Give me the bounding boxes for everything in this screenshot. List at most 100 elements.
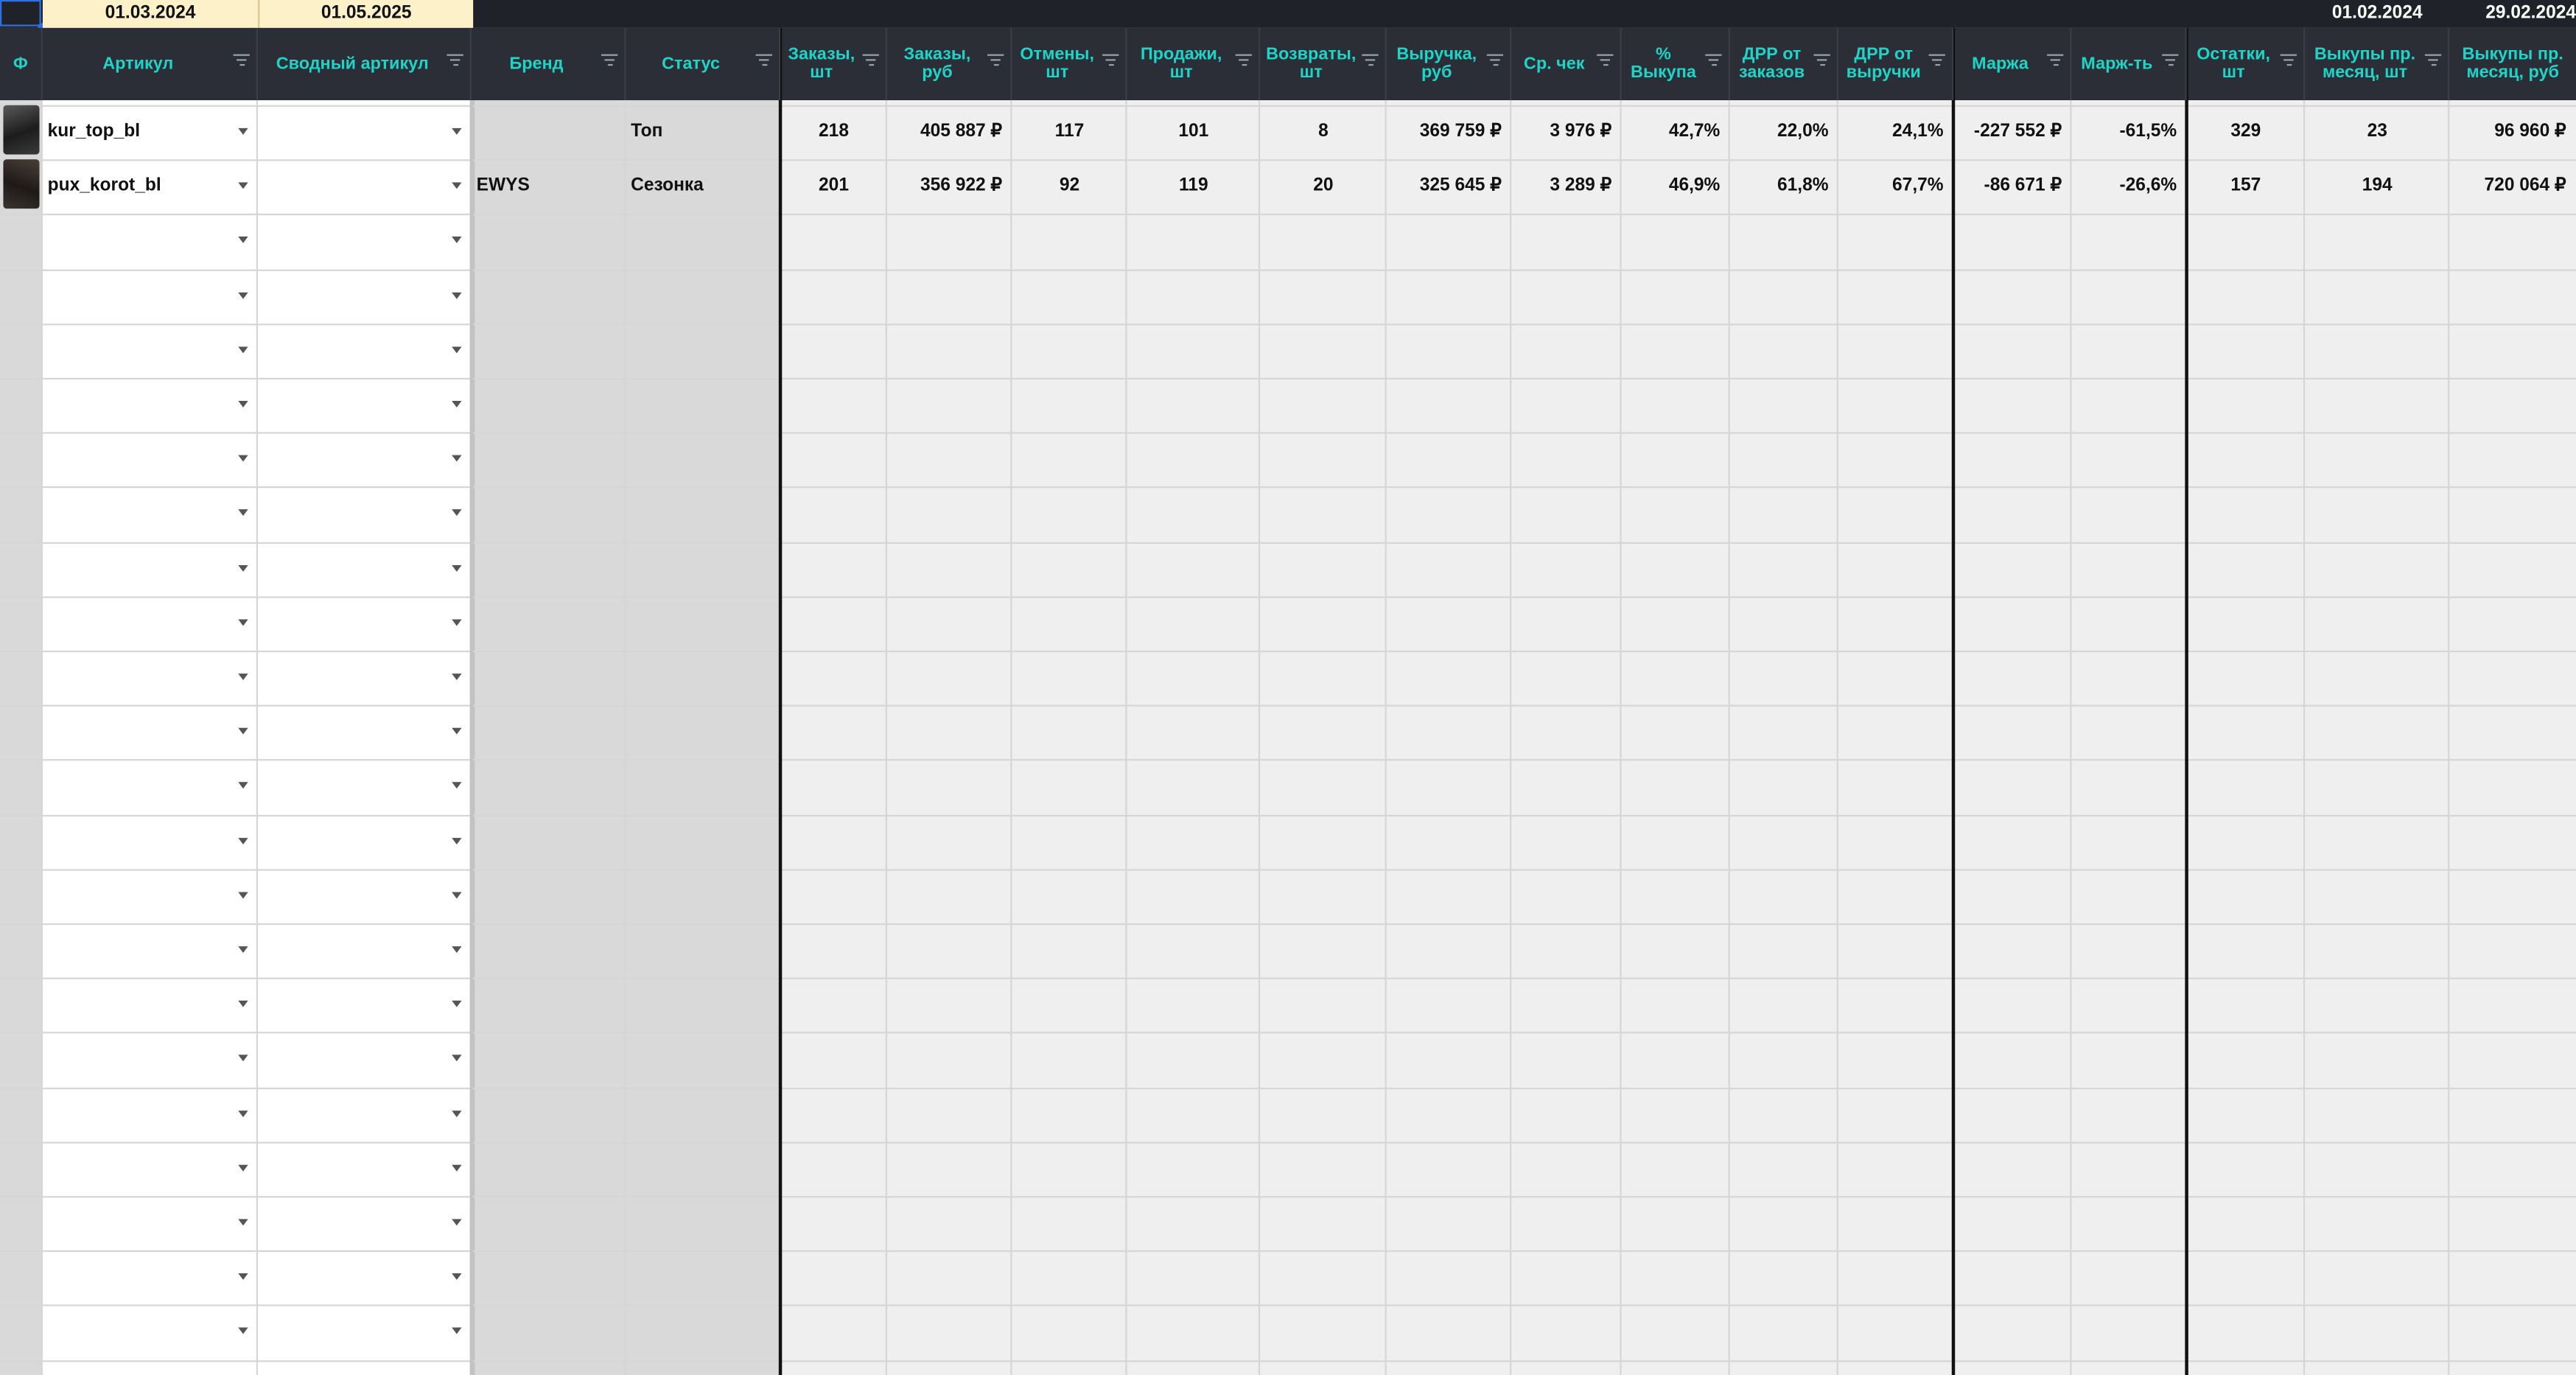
filter-icon[interactable] bbox=[1362, 54, 1379, 69]
dropdown-arrow-icon[interactable] bbox=[238, 182, 248, 189]
dropdown-arrow-icon[interactable] bbox=[238, 1110, 248, 1118]
dropdown-arrow-icon[interactable] bbox=[238, 509, 248, 517]
header-sales[interactable]: Продажи, шт bbox=[1127, 27, 1261, 101]
dropdown-arrow-icon[interactable] bbox=[452, 1327, 462, 1334]
filter-icon[interactable] bbox=[1705, 54, 1722, 69]
filter-icon[interactable] bbox=[1928, 54, 1945, 69]
dropdown-arrow-icon[interactable] bbox=[238, 1000, 248, 1007]
dropdown-arrow-icon[interactable] bbox=[238, 1054, 248, 1062]
header-summary-article[interactable]: Сводный артикул bbox=[258, 27, 472, 101]
header-status[interactable]: Статус bbox=[626, 27, 781, 101]
filter-icon[interactable] bbox=[2280, 54, 2297, 69]
filter-icon[interactable] bbox=[1235, 54, 1252, 69]
row-article[interactable]: kur_top_bl bbox=[43, 105, 258, 160]
dropdown-arrow-icon[interactable] bbox=[452, 401, 462, 407]
dropdown-arrow-icon[interactable] bbox=[452, 455, 462, 462]
selected-cell[interactable] bbox=[0, 0, 41, 27]
filter-icon[interactable] bbox=[755, 54, 772, 69]
dropdown-arrow-icon[interactable] bbox=[238, 782, 248, 789]
dropdown-arrow-icon[interactable] bbox=[238, 292, 248, 299]
filter-icon[interactable] bbox=[987, 54, 1004, 69]
header-orders-qty[interactable]: Заказы, шт bbox=[780, 27, 887, 101]
row-divider bbox=[0, 269, 2576, 271]
dropdown-arrow-icon[interactable] bbox=[452, 509, 462, 517]
product-photo[interactable] bbox=[3, 159, 40, 209]
dropdown-arrow-icon[interactable] bbox=[238, 237, 248, 243]
dropdown-arrow-icon[interactable] bbox=[452, 892, 462, 899]
filter-icon[interactable] bbox=[233, 54, 250, 69]
dropdown-arrow-icon[interactable] bbox=[452, 782, 462, 789]
dropdown-arrow-icon[interactable] bbox=[452, 727, 462, 735]
header-brand[interactable]: Бренд bbox=[472, 27, 626, 101]
dropdown-arrow-icon[interactable] bbox=[238, 1219, 248, 1226]
dropdown-arrow-icon[interactable] bbox=[238, 127, 248, 135]
header-prev-buyouts-qty[interactable]: Выкупы пр. месяц, шт bbox=[2305, 27, 2450, 101]
row-margin: -86 671 ₽ bbox=[1984, 175, 2062, 196]
row-summary-article[interactable] bbox=[258, 159, 472, 214]
dropdown-arrow-icon[interactable] bbox=[452, 127, 462, 135]
row-article[interactable]: pux_korot_bl bbox=[43, 159, 258, 214]
header-returns[interactable]: Возвраты, шт bbox=[1260, 27, 1387, 101]
header-buyout[interactable]: % Выкупа bbox=[1622, 27, 1730, 101]
dropdown-arrow-icon[interactable] bbox=[452, 1054, 462, 1062]
dropdown-arrow-icon[interactable] bbox=[452, 182, 462, 189]
row-sales: 101 bbox=[1178, 121, 1209, 141]
dropdown-arrow-icon[interactable] bbox=[452, 673, 462, 681]
dropdown-arrow-icon[interactable] bbox=[238, 401, 248, 407]
filter-icon[interactable] bbox=[601, 54, 618, 69]
header-prev-buyouts-rub[interactable]: Выкупы пр. месяц, руб bbox=[2449, 28, 2576, 100]
filter-icon[interactable] bbox=[1813, 54, 1830, 69]
dropdown-arrow-icon[interactable] bbox=[238, 673, 248, 681]
dropdown-arrow-icon[interactable] bbox=[452, 1164, 462, 1172]
header-marginality[interactable]: Марж-ть bbox=[2072, 27, 2187, 101]
section-divider bbox=[2185, 27, 2188, 1375]
dropdown-arrow-icon[interactable] bbox=[238, 619, 248, 626]
dropdown-arrow-icon[interactable] bbox=[452, 1000, 462, 1007]
filter-icon[interactable] bbox=[1102, 54, 1119, 69]
header-margin[interactable]: Маржа bbox=[1953, 27, 2072, 101]
dropdown-arrow-icon[interactable] bbox=[452, 1219, 462, 1226]
dropdown-arrow-icon[interactable] bbox=[238, 727, 248, 735]
dropdown-arrow-icon[interactable] bbox=[452, 564, 462, 572]
row-drr-revenue: 24,1% bbox=[1892, 121, 1944, 141]
dropdown-arrow-icon[interactable] bbox=[238, 946, 248, 954]
dropdown-arrow-icon[interactable] bbox=[238, 564, 248, 572]
dropdown-arrow-icon[interactable] bbox=[452, 619, 462, 626]
dropdown-arrow-icon[interactable] bbox=[238, 455, 248, 462]
header-drr-revenue[interactable]: ДРР от выручки bbox=[1838, 27, 1953, 101]
dropdown-arrow-icon[interactable] bbox=[238, 1327, 248, 1334]
header-article[interactable]: Артикул bbox=[43, 27, 259, 101]
filter-icon[interactable] bbox=[447, 54, 463, 69]
filter-icon[interactable] bbox=[2162, 54, 2179, 69]
date-period-start[interactable]: 01.03.2024 bbox=[42, 0, 259, 28]
dropdown-arrow-icon[interactable] bbox=[452, 838, 462, 845]
section-divider bbox=[778, 27, 783, 1375]
date-period-end[interactable]: 01.05.2025 bbox=[258, 0, 474, 28]
dropdown-arrow-icon[interactable] bbox=[452, 946, 462, 954]
filter-icon[interactable] bbox=[862, 54, 879, 69]
row-summary-article[interactable] bbox=[258, 105, 472, 160]
header-drr-orders[interactable]: ДРР от заказов bbox=[1730, 27, 1838, 101]
row-returns: 20 bbox=[1313, 175, 1334, 196]
dropdown-arrow-icon[interactable] bbox=[238, 1273, 248, 1280]
filter-icon[interactable] bbox=[1597, 54, 1614, 69]
filter-icon[interactable] bbox=[2047, 54, 2064, 69]
dropdown-arrow-icon[interactable] bbox=[452, 292, 462, 299]
header-revenue[interactable]: Выручка, руб bbox=[1387, 27, 1512, 101]
dropdown-arrow-icon[interactable] bbox=[452, 1273, 462, 1280]
dropdown-arrow-icon[interactable] bbox=[452, 237, 462, 243]
row-divider bbox=[0, 1250, 2576, 1252]
dropdown-arrow-icon[interactable] bbox=[238, 838, 248, 845]
header-stock[interactable]: Остатки, шт bbox=[2187, 27, 2306, 101]
dropdown-arrow-icon[interactable] bbox=[238, 892, 248, 899]
product-photo[interactable] bbox=[3, 105, 40, 155]
dropdown-arrow-icon[interactable] bbox=[452, 1110, 462, 1118]
header-avg-check[interactable]: Ср. чек bbox=[1511, 27, 1622, 101]
dropdown-arrow-icon[interactable] bbox=[452, 346, 462, 354]
header-orders-rub[interactable]: Заказы, руб bbox=[887, 27, 1012, 101]
filter-icon[interactable] bbox=[1486, 54, 1504, 69]
header-cancels[interactable]: Отмены, шт bbox=[1012, 27, 1127, 101]
filter-icon[interactable] bbox=[2424, 54, 2442, 69]
dropdown-arrow-icon[interactable] bbox=[238, 346, 248, 354]
dropdown-arrow-icon[interactable] bbox=[238, 1164, 248, 1172]
